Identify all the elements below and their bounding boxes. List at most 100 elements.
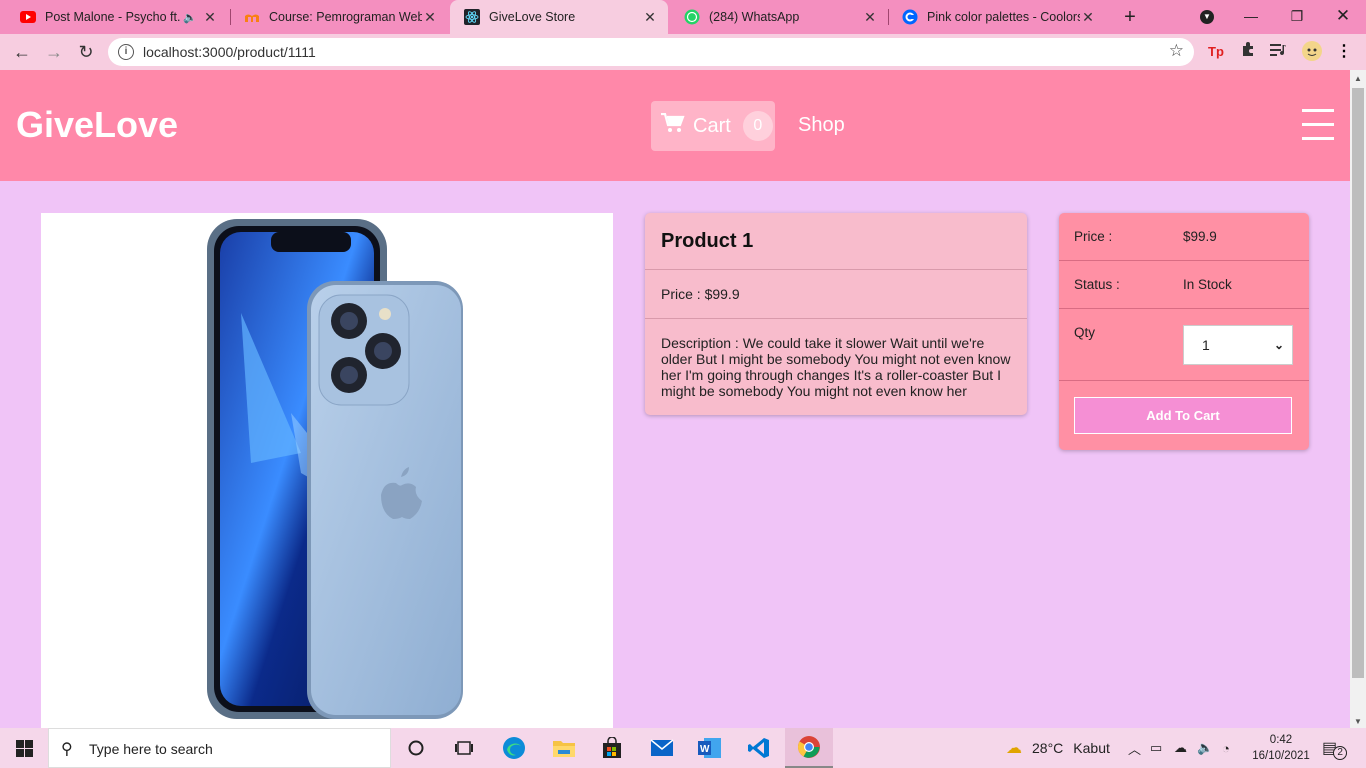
cart-icon: [661, 112, 685, 139]
weather-temp: 28°C: [1032, 740, 1064, 756]
volume-icon[interactable]: 🔈: [1197, 728, 1213, 768]
site-header: GiveLove Cart 0 Shop: [0, 70, 1350, 181]
cortana-icon[interactable]: [392, 728, 440, 768]
close-tab-icon[interactable]: ✕: [202, 9, 218, 26]
status-row: Status : In Stock: [1059, 261, 1309, 309]
notification-center[interactable]: ▤ 2: [1322, 728, 1348, 768]
address-bar[interactable]: i localhost:3000/product/1111 ☆: [108, 38, 1194, 66]
hamburger-menu-icon[interactable]: [1302, 109, 1334, 141]
extension-tp-icon[interactable]: Tp: [1205, 41, 1227, 63]
chevron-down-icon: ▼: [1200, 10, 1214, 25]
whatsapp-icon: [684, 9, 700, 25]
start-button[interactable]: [0, 728, 48, 768]
chrome-menu-icon[interactable]: ⋮: [1333, 41, 1355, 63]
close-tab-icon[interactable]: ✕: [862, 9, 878, 26]
tab-title: Post Malone - Psycho ft. Ty: [45, 10, 182, 24]
scrollbar-thumb[interactable]: [1352, 88, 1364, 678]
wifi-icon[interactable]: ◔: [1222, 728, 1230, 768]
tab-givelove[interactable]: GiveLove Store ✕: [450, 0, 668, 34]
tab-youtube[interactable]: Post Malone - Psycho ft. Ty 🔈 ✕: [6, 0, 228, 34]
qty-select[interactable]: 1 ⌄: [1183, 325, 1293, 365]
search-placeholder: Type here to search: [89, 741, 213, 757]
youtube-icon: [20, 9, 36, 25]
vscode-icon[interactable]: [735, 728, 783, 768]
qty-row: Qty 1 ⌄: [1059, 309, 1309, 381]
store-icon[interactable]: [588, 728, 636, 768]
product-info-card: Product 1 Price : $99.9 Description : We…: [645, 213, 1027, 415]
browser-tab-strip: Post Malone - Psycho ft. Ty 🔈 ✕ Course: …: [0, 0, 1366, 34]
coolors-icon: [902, 9, 918, 25]
tab-title: Course: Pemrograman Web da: [269, 10, 422, 24]
product-image: [41, 213, 613, 728]
battery-icon[interactable]: ▭: [1150, 728, 1162, 768]
close-window-button[interactable]: ✕: [1320, 0, 1366, 34]
word-icon[interactable]: W: [686, 728, 734, 768]
windows-taskbar: ⚲ Type here to search W ☁ 28°C Kabut ︿ ▭…: [0, 728, 1366, 768]
tray-chevron-up-icon[interactable]: ︿: [1128, 728, 1141, 768]
notification-count: 2: [1333, 746, 1348, 760]
moodle-icon: [244, 9, 260, 25]
task-view-icon[interactable]: [440, 728, 488, 768]
tab-title: (284) WhatsApp: [709, 10, 800, 24]
cart-button[interactable]: Cart 0: [651, 101, 775, 151]
scroll-up-icon[interactable]: ▲: [1350, 74, 1366, 83]
site-logo[interactable]: GiveLove: [16, 104, 178, 146]
qty-value: 1: [1202, 337, 1210, 353]
reload-button[interactable]: ↻: [72, 38, 100, 66]
new-tab-button[interactable]: +: [1118, 5, 1142, 29]
scroll-down-icon[interactable]: ▼: [1350, 717, 1366, 726]
speaker-icon[interactable]: 🔈: [182, 11, 198, 24]
tab-title: GiveLove Store: [489, 10, 576, 24]
close-tab-icon[interactable]: ✕: [422, 9, 438, 26]
page-scrollbar[interactable]: ▲ ▼: [1350, 70, 1366, 728]
web-page: GiveLove Cart 0 Shop Product 1 Price: $…: [0, 70, 1350, 728]
chrome-taskbar-icon[interactable]: [785, 728, 833, 768]
status-label: Status :: [1074, 277, 1120, 292]
react-icon: [464, 9, 480, 25]
chevron-down-icon: ⌄: [1273, 338, 1284, 352]
status-value: In Stock: [1183, 277, 1232, 292]
system-clock[interactable]: 0:42 16/10/2021: [1248, 732, 1314, 764]
tab-search-button[interactable]: ▼: [1184, 0, 1230, 34]
back-button[interactable]: ←: [8, 38, 36, 66]
extensions-puzzle-icon[interactable]: [1237, 41, 1259, 63]
weather-icon: ☁: [1006, 740, 1022, 757]
info-icon[interactable]: i: [118, 44, 134, 60]
add-to-cart-button[interactable]: Add To Cart: [1074, 397, 1292, 434]
clock-date: 16/10/2021: [1252, 750, 1310, 762]
price-label: Price :: [1074, 229, 1113, 244]
tab-coolors[interactable]: Pink color palettes - Coolors ✕: [888, 0, 1106, 34]
tab-title: Pink color palettes - Coolors: [927, 10, 1080, 24]
cart-label: Cart: [693, 114, 731, 137]
close-tab-icon[interactable]: ✕: [642, 9, 658, 26]
cart-count-badge: 0: [742, 111, 773, 141]
edge-icon[interactable]: [490, 728, 538, 768]
price-value: $99.9: [1183, 229, 1217, 244]
qty-label: Qty: [1074, 325, 1096, 340]
product-description: Description : We could take it slower Wa…: [661, 335, 1011, 399]
taskbar-search[interactable]: ⚲ Type here to search: [48, 728, 391, 768]
bookmark-star-icon[interactable]: ☆: [1169, 41, 1184, 61]
weather-widget[interactable]: ☁ 28°C Kabut: [1006, 728, 1110, 768]
shop-link[interactable]: Shop: [798, 114, 845, 137]
file-explorer-icon[interactable]: [540, 728, 588, 768]
windows-logo-icon: [15, 739, 33, 757]
mail-icon[interactable]: [638, 728, 686, 768]
restore-button[interactable]: ❐: [1274, 0, 1320, 34]
onedrive-icon[interactable]: ☁: [1174, 728, 1187, 768]
close-tab-icon[interactable]: ✕: [1080, 9, 1096, 26]
browser-toolbar: ← → ↻ i localhost:3000/product/1111 ☆ Tp…: [0, 34, 1366, 70]
product-price: Price : $99.9: [645, 270, 1027, 319]
weather-desc: Kabut: [1073, 740, 1110, 756]
search-icon: ⚲: [61, 741, 73, 758]
tab-course[interactable]: Course: Pemrograman Web da ✕: [230, 0, 448, 34]
media-control-icon[interactable]: [1268, 41, 1290, 63]
clock-time: 0:42: [1269, 734, 1293, 746]
phone-illustration: [207, 219, 463, 719]
minimize-button[interactable]: —: [1228, 0, 1274, 34]
profile-avatar[interactable]: [1301, 41, 1323, 63]
tab-whatsapp[interactable]: (284) WhatsApp ✕: [670, 0, 888, 34]
price-row: Price : $99.9: [1059, 213, 1309, 261]
forward-button[interactable]: →: [40, 38, 68, 66]
url-text: localhost:3000/product/1111: [143, 44, 316, 60]
